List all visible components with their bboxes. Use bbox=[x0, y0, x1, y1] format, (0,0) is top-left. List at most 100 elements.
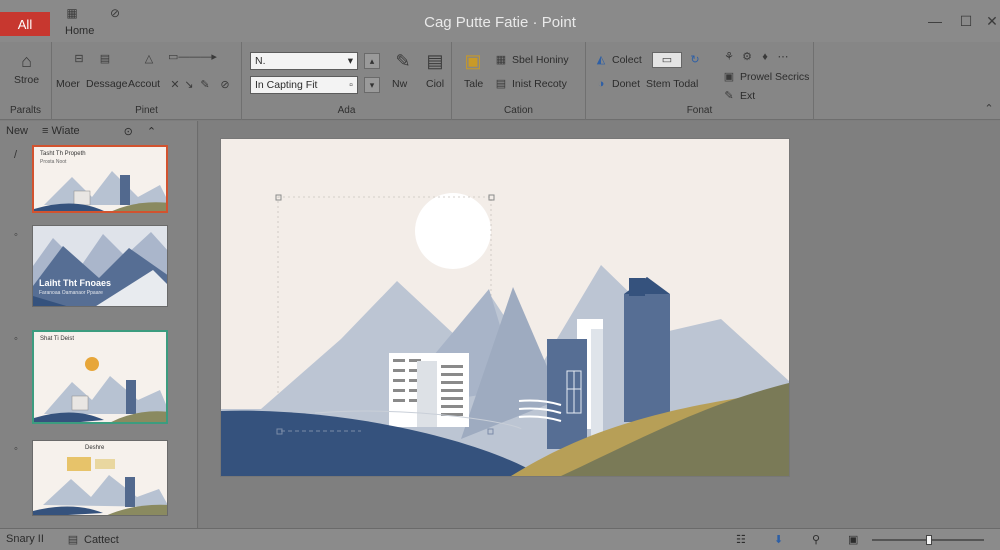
font-name-value: N. bbox=[255, 55, 266, 67]
inist-recoty-button[interactable]: ▤ Inist Recoty bbox=[494, 77, 567, 91]
group-label-pinet: Pinet bbox=[135, 105, 158, 116]
window-title-text: Cag Putte Fatie bbox=[424, 14, 529, 31]
new-slide-button[interactable]: New bbox=[6, 125, 28, 138]
style-icon[interactable]: ▤ bbox=[424, 50, 446, 72]
drop-icon: ◭ bbox=[596, 54, 606, 66]
layout-picker-icon[interactable]: ▭ bbox=[652, 52, 682, 68]
colect-button[interactable]: ◭ Colect bbox=[594, 53, 642, 67]
status-bar: Snary II ▤ Cattect ☷ ⬇ ⚲ ▣ bbox=[0, 528, 1000, 550]
brush-icon[interactable]: ♦ bbox=[758, 50, 772, 64]
search-icon[interactable]: ⚲ bbox=[812, 533, 826, 547]
maximize-icon[interactable]: ☐ bbox=[955, 10, 977, 32]
new-button[interactable]: Nw bbox=[392, 78, 407, 90]
notes-button[interactable]: ▤ Cattect bbox=[66, 533, 119, 547]
slide-number-4: ◦ bbox=[14, 443, 18, 455]
group-label-paralts: Paralts bbox=[9, 105, 42, 116]
ext-label: Ext bbox=[740, 90, 756, 102]
sbel-honiny-button[interactable]: ▦ Sbel Honiny bbox=[494, 53, 569, 67]
table-icon[interactable]: ▣ bbox=[462, 50, 484, 72]
cross-icon[interactable]: ✕ bbox=[168, 78, 182, 92]
colect-label: Colect bbox=[612, 54, 642, 66]
chevron-down-icon: ▾ bbox=[347, 55, 353, 67]
ribbon-group-cation: ▣ Tale ▦ Sbel Honiny ▤ Inist Recoty Cati… bbox=[452, 42, 586, 120]
ribbon-group-pinet: ⊟ ▤ △ ▭———▸ Moer Dessage Accout ✕ ↘ ✎ ⊘ … bbox=[52, 42, 242, 120]
cattect-label: Cattect bbox=[84, 534, 119, 546]
font-size-input[interactable]: In Capting Fit ▫ bbox=[250, 76, 358, 94]
triangle-icon[interactable]: △ bbox=[142, 52, 156, 66]
thumbnail-3-title: Shat Ti Deist bbox=[40, 336, 75, 342]
group-label-ada: Ada bbox=[337, 105, 356, 116]
panel-collapse-icon[interactable]: ⌃ bbox=[147, 125, 156, 138]
inist-recoty-label: Inist Recoty bbox=[512, 78, 567, 90]
settings-icon[interactable]: ⚙ bbox=[740, 50, 754, 64]
dessage-button[interactable]: Dessage bbox=[86, 78, 127, 90]
dropdown-box-icon: ▫ bbox=[349, 79, 353, 91]
file-menu-button[interactable]: All bbox=[0, 12, 50, 36]
ciol-button[interactable]: Ciol bbox=[426, 78, 444, 90]
panel-header: New ≡ Wiate ⊙ ⌃ bbox=[6, 125, 156, 138]
donet-label: Donet bbox=[612, 78, 641, 90]
thumbnail-2-title: Laiht Tht Fnoaes bbox=[39, 278, 111, 288]
list-icon: ▤ bbox=[495, 78, 507, 90]
prowel-secrics-button[interactable]: ▣ Prowel Secrics bbox=[722, 70, 810, 84]
copy-icon[interactable]: ▤ bbox=[98, 52, 112, 66]
ext-button[interactable]: ✎ Ext bbox=[722, 89, 755, 103]
moer-button[interactable]: Moer bbox=[56, 78, 80, 90]
sync-icon[interactable]: ⊙ bbox=[124, 125, 133, 138]
ribbon-group-paralts: ⌂ Stroe Paralts bbox=[0, 42, 52, 120]
undo-icon[interactable]: ⊘ bbox=[108, 6, 122, 20]
paste-icon[interactable]: ⊟ bbox=[72, 52, 86, 66]
tale-button[interactable]: Tale bbox=[464, 78, 483, 90]
thumbnail-4-art bbox=[33, 441, 167, 515]
current-slide[interactable] bbox=[221, 139, 789, 476]
normal-view-icon[interactable]: ☷ bbox=[736, 533, 750, 547]
stroe-label: Stroe bbox=[14, 74, 40, 86]
ribbon: ⌂ Stroe Paralts ⊟ ▤ △ ▭———▸ Moer Dessage… bbox=[0, 42, 1000, 120]
slide-thumbnail-3[interactable]: Shat Ti Deist bbox=[32, 330, 168, 424]
thumbnail-3-art bbox=[34, 332, 166, 422]
line-style-icon[interactable]: ▭———▸ bbox=[168, 50, 228, 64]
thumbnail-1-title: Tasht Th Propeth bbox=[40, 151, 86, 157]
minimize-icon[interactable]: — bbox=[924, 10, 946, 32]
slide-editor-canvas bbox=[199, 121, 1000, 528]
refresh-icon[interactable]: ↻ bbox=[688, 53, 702, 67]
thumbnail-1-subtitle: Prosta Noot bbox=[40, 159, 67, 165]
font-name-input[interactable]: N. ▾ bbox=[250, 52, 358, 70]
arrow-icon[interactable]: ↘ bbox=[182, 78, 196, 92]
tab-home[interactable]: Home bbox=[65, 25, 94, 37]
slide-number-2: ◦ bbox=[14, 229, 18, 241]
view-toggle[interactable]: ≡ Wiate bbox=[42, 125, 80, 138]
sbel-honiny-label: Sbel Honiny bbox=[512, 54, 569, 66]
stroe-button[interactable]: ⌂ Stroe bbox=[14, 50, 39, 86]
group-label-fonat: Fonat bbox=[686, 105, 713, 116]
thumbnail-4-title: Deshre bbox=[85, 445, 105, 451]
link-icon[interactable]: ⊘ bbox=[218, 78, 232, 92]
pen-icon[interactable]: ✎ bbox=[198, 78, 212, 92]
close-icon[interactable]: ✕ bbox=[981, 10, 1000, 32]
accout-button[interactable]: Accout bbox=[128, 78, 160, 90]
format-painter-icon[interactable]: ✎ bbox=[392, 50, 414, 72]
view-label: Wiate bbox=[51, 125, 80, 137]
title-separator: · bbox=[532, 14, 538, 31]
box-icon: ▣ bbox=[723, 71, 735, 83]
slide-illustration bbox=[221, 139, 789, 476]
save-icon[interactable]: ▦ bbox=[65, 6, 79, 20]
font-size-increase-button[interactable]: ▴ bbox=[364, 53, 380, 69]
shape-icon: ⌂ bbox=[21, 51, 32, 71]
circle-icon: ◑ bbox=[597, 78, 605, 90]
shapes-icon[interactable]: ⚘ bbox=[722, 50, 736, 64]
stem-todal-button[interactable]: Stem Todal bbox=[646, 78, 698, 90]
slide-thumbnail-panel: New ≡ Wiate ⊙ ⌃ / Tasht Th Propeth Prost… bbox=[0, 121, 198, 528]
more-icon[interactable]: ⋯ bbox=[776, 50, 790, 64]
slide-thumbnail-4[interactable]: Deshre bbox=[32, 440, 168, 516]
ribbon-group-ada: N. ▾ ▴ In Capting Fit ▫ ▾ ✎ ▤ Nw Ciol Ad… bbox=[242, 42, 452, 120]
collapse-ribbon-icon[interactable]: ⌃ bbox=[982, 102, 996, 116]
slide-number-3: ◦ bbox=[14, 333, 18, 345]
font-size-decrease-button[interactable]: ▾ bbox=[364, 77, 380, 93]
slide-thumbnail-1[interactable]: Tasht Th Propeth Prosta Noot bbox=[32, 145, 168, 213]
slide-thumbnail-2[interactable]: Laiht Tht Fnoaes Faranoaa Oamanaor Ppaar… bbox=[32, 225, 168, 307]
download-icon[interactable]: ⬇ bbox=[774, 533, 788, 547]
zoom-slider-knob[interactable] bbox=[926, 535, 932, 545]
donet-button[interactable]: ◑ Donet bbox=[594, 77, 640, 91]
fit-slide-icon[interactable]: ▣ bbox=[848, 533, 862, 547]
